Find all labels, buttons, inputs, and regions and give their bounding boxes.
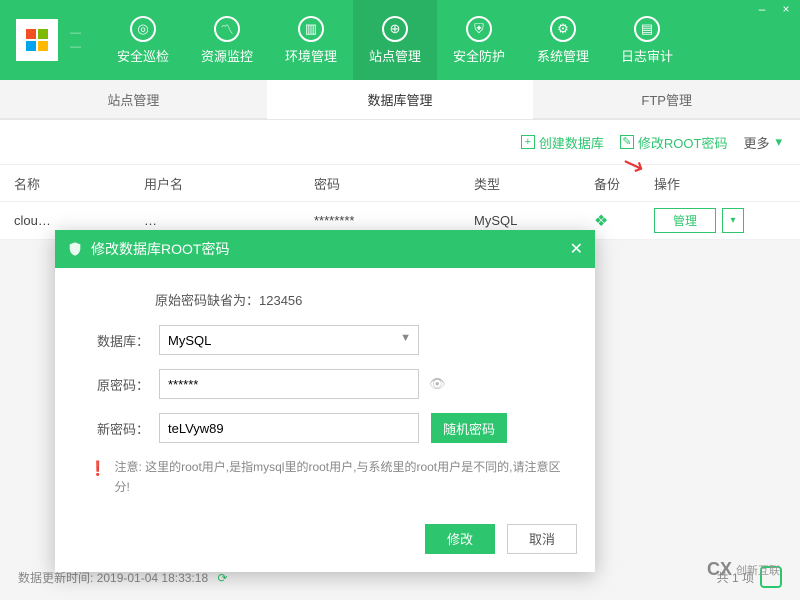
- old-password-input[interactable]: [159, 369, 419, 399]
- new-password-input[interactable]: [159, 413, 419, 443]
- dialog-footer: 修改 取消: [55, 512, 595, 572]
- toggle-visibility-icon[interactable]: 👁: [429, 376, 446, 392]
- warning-text: 注意: 这里的root用户,是指mysql里的root用户,与系统里的root用…: [114, 457, 565, 498]
- modal-overlay: 修改数据库ROOT密码 ✕ 原始密码缺省为：123456 数据库： MySQL …: [0, 0, 800, 600]
- dialog-title: 修改数据库ROOT密码: [91, 239, 229, 259]
- warning-icon: ❗: [89, 457, 106, 498]
- dialog-header: 修改数据库ROOT密码 ✕: [55, 230, 595, 268]
- field-old-password: 原密码： 👁: [85, 369, 565, 399]
- confirm-button[interactable]: 修改: [425, 524, 495, 554]
- cancel-button[interactable]: 取消: [507, 524, 577, 554]
- dialog-close-button[interactable]: ✕: [570, 239, 583, 259]
- default-password-hint: 原始密码缺省为：123456: [155, 290, 565, 309]
- label-new: 新密码：: [85, 419, 159, 438]
- warning-note: ❗ 注意: 这里的root用户,是指mysql里的root用户,与系统里的roo…: [85, 457, 565, 498]
- field-new-password: 新密码： 随机密码: [85, 413, 565, 443]
- dialog-body: 原始密码缺省为：123456 数据库： MySQL ▼ 原密码： 👁 新密码： …: [55, 268, 595, 512]
- random-password-button[interactable]: 随机密码: [431, 413, 507, 443]
- shield-icon: [67, 241, 83, 257]
- database-select[interactable]: MySQL: [159, 325, 419, 355]
- label-db: 数据库：: [85, 331, 159, 350]
- field-database: 数据库： MySQL ▼: [85, 325, 565, 355]
- label-old: 原密码：: [85, 375, 159, 394]
- change-root-password-dialog: 修改数据库ROOT密码 ✕ 原始密码缺省为：123456 数据库： MySQL …: [55, 230, 595, 572]
